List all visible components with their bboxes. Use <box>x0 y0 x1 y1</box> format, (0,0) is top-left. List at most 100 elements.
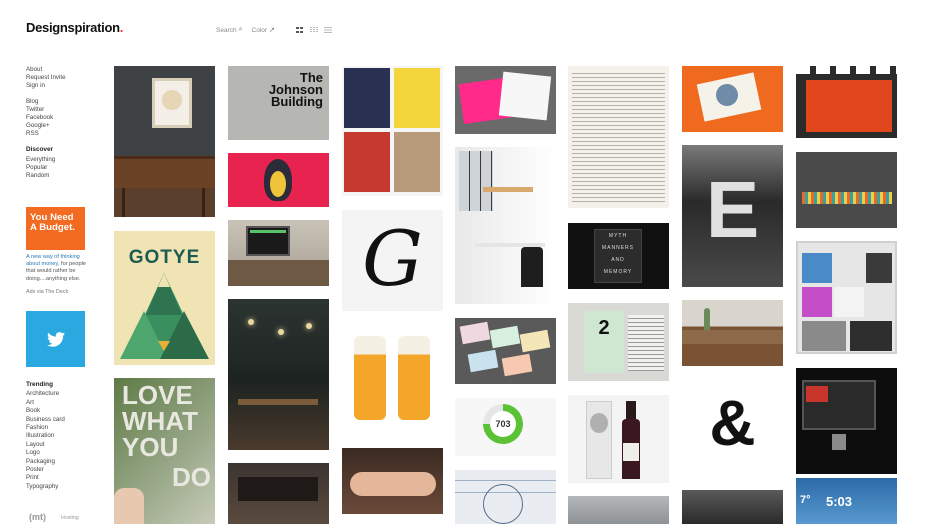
book-number: 2 <box>598 317 610 339</box>
site-logo[interactable]: Designspiration. <box>26 20 123 35</box>
image-tile-business-cards[interactable] <box>455 318 556 384</box>
image-tile-desk-workspace[interactable] <box>228 220 329 286</box>
image-tile-wine-packaging[interactable] <box>568 395 669 483</box>
image-tile-gauge-ui[interactable]: 703 <box>455 398 556 456</box>
trending-layout[interactable]: Layout <box>26 441 65 449</box>
ad-line-2: A Budget. <box>30 221 75 233</box>
image-tile-text-spread[interactable] <box>568 66 669 208</box>
ad-text: A new way of thinking about money, for p… <box>26 254 86 283</box>
ad-via[interactable]: Ads via The Deck <box>26 289 68 295</box>
top-nav: Search ⌕ Color ↗ <box>216 26 284 34</box>
ampersand-glyph: & <box>709 387 756 459</box>
love-line-2: WHAT <box>122 406 199 436</box>
image-tile-dark-room[interactable] <box>682 490 783 524</box>
discover-heading: Discover <box>26 146 53 153</box>
hosting-label: Hosting <box>61 515 79 521</box>
love-line-3: YOU <box>122 432 179 462</box>
view-switcher <box>296 27 338 33</box>
image-tile-imac[interactable] <box>796 368 897 474</box>
book-title-line-3: AND <box>611 257 625 263</box>
image-tile-office-lamp[interactable] <box>455 147 556 304</box>
sidebar-account-links: About Request Invite Sign in <box>26 66 96 90</box>
book-title-line-4: MEMORY <box>603 269 633 275</box>
logo-dot: . <box>119 20 124 35</box>
calligraphy-letter: G <box>362 214 423 303</box>
trending-heading: Trending <box>26 381 53 388</box>
mediatemple-logo[interactable]: (mt) <box>29 512 46 522</box>
sidebar-link-blog[interactable]: Blog <box>26 98 96 106</box>
search-label: Search <box>216 26 237 34</box>
image-tile-myth-manners-memory[interactable]: MYTH MANNERS AND MEMORY <box>568 223 669 289</box>
color-label: Color <box>251 26 268 34</box>
discover-random[interactable]: Random <box>26 172 96 180</box>
trending-art[interactable]: Art <box>26 399 65 407</box>
trending-architecture[interactable]: Architecture <box>26 390 65 398</box>
trending-fashion[interactable]: Fashion <box>26 424 65 432</box>
book-title-line-1: MYTH <box>608 233 628 239</box>
sidebar-link-google-plus[interactable]: Google+ <box>26 122 96 130</box>
twitter-button[interactable] <box>26 311 85 367</box>
sidebar-link-about[interactable]: About <box>26 66 96 74</box>
image-tile-book-collage[interactable] <box>342 66 443 196</box>
storefront-letter: E <box>705 165 760 254</box>
image-tile-restaurant-interior[interactable] <box>228 299 329 450</box>
image-tile-ampersand[interactable]: & <box>682 380 783 476</box>
mountain-illustration <box>120 273 209 359</box>
image-tile-interior[interactable] <box>114 66 215 217</box>
image-tile-e-storefront[interactable]: E <box>682 145 783 287</box>
image-tile-layered-paper[interactable] <box>796 152 897 228</box>
love-line-4: DO <box>172 462 211 492</box>
weather-clock: 5:03 <box>826 494 853 509</box>
sidebar-social-links: Blog Twitter Facebook Google+ RSS <box>26 98 96 138</box>
trending-business-card[interactable]: Business card <box>26 416 65 424</box>
discover-popular[interactable]: Popular <box>26 164 96 172</box>
arrow-icon: ↗ <box>269 27 275 34</box>
image-tile-wood-table[interactable] <box>682 300 783 366</box>
trending-print[interactable]: Print <box>26 474 65 482</box>
discover-everything[interactable]: Everything <box>26 156 96 164</box>
image-tile-red-bird-illustration[interactable] <box>228 153 329 207</box>
sidebar-link-facebook[interactable]: Facebook <box>26 114 96 122</box>
trending-book[interactable]: Book <box>26 407 65 415</box>
ad-banner[interactable]: You Need A Budget. <box>26 207 85 250</box>
twitter-bird-icon <box>46 331 65 347</box>
sidebar-link-request-invite[interactable]: Request Invite <box>26 74 96 82</box>
search-link[interactable]: Search ⌕ <box>216 26 243 34</box>
image-tile-orange-wall[interactable] <box>796 66 897 138</box>
image-tile-sketch-lineup[interactable] <box>455 470 556 524</box>
image-tile-foot-tattoo[interactable] <box>342 448 443 514</box>
image-tile-love-what-you-do[interactable]: LOVE WHAT YOU DO <box>114 378 215 524</box>
grid-small-icon[interactable] <box>310 27 318 33</box>
johnson-line-3: Building <box>271 94 323 109</box>
image-tile-number-book[interactable]: 2 <box>568 303 669 381</box>
trending-packaging[interactable]: Packaging <box>26 458 65 466</box>
image-tile-calligraphy-g[interactable]: G <box>342 210 443 311</box>
sidebar-link-twitter[interactable]: Twitter <box>26 106 96 114</box>
sidebar-link-rss[interactable]: RSS <box>26 130 96 138</box>
love-line-1: LOVE <box>122 380 193 410</box>
sidebar: About Request Invite Sign in Blog Twitte… <box>26 66 96 188</box>
image-tile-pink-card[interactable] <box>455 66 556 134</box>
image-tile-web-layout[interactable] <box>796 241 897 354</box>
color-link[interactable]: Color ↗ <box>251 26 275 35</box>
image-tile-weather-app[interactable]: 7° 5:03 <box>796 478 897 524</box>
trending-typography[interactable]: Typography <box>26 483 65 491</box>
image-tile-brick-hall[interactable] <box>228 463 329 524</box>
logo-text: Designspiration <box>26 20 120 35</box>
gotye-title: GOTYE <box>128 247 201 268</box>
trending-list: Trending Architecture Art Book Business … <box>26 381 65 491</box>
trending-logo[interactable]: Logo <box>26 449 65 457</box>
gauge-value: 703 <box>490 411 516 437</box>
image-tile-beer-cans[interactable] <box>342 324 443 425</box>
image-tile-gray-texture[interactable] <box>568 496 669 524</box>
image-tile-gotye-poster[interactable]: GOTYE <box>114 231 215 365</box>
trending-poster[interactable]: Poster <box>26 466 65 474</box>
grid-large-icon[interactable] <box>296 27 304 33</box>
list-icon[interactable] <box>324 27 332 33</box>
book-title-line-2: MANNERS <box>601 245 634 251</box>
weather-temperature: 7° <box>800 494 811 506</box>
sidebar-link-sign-in[interactable]: Sign in <box>26 82 96 90</box>
trending-illustration[interactable]: Illustration <box>26 432 65 440</box>
image-tile-orange-card-stack[interactable] <box>682 66 783 132</box>
image-tile-johnson-building[interactable]: The Johnson Building <box>228 66 329 140</box>
